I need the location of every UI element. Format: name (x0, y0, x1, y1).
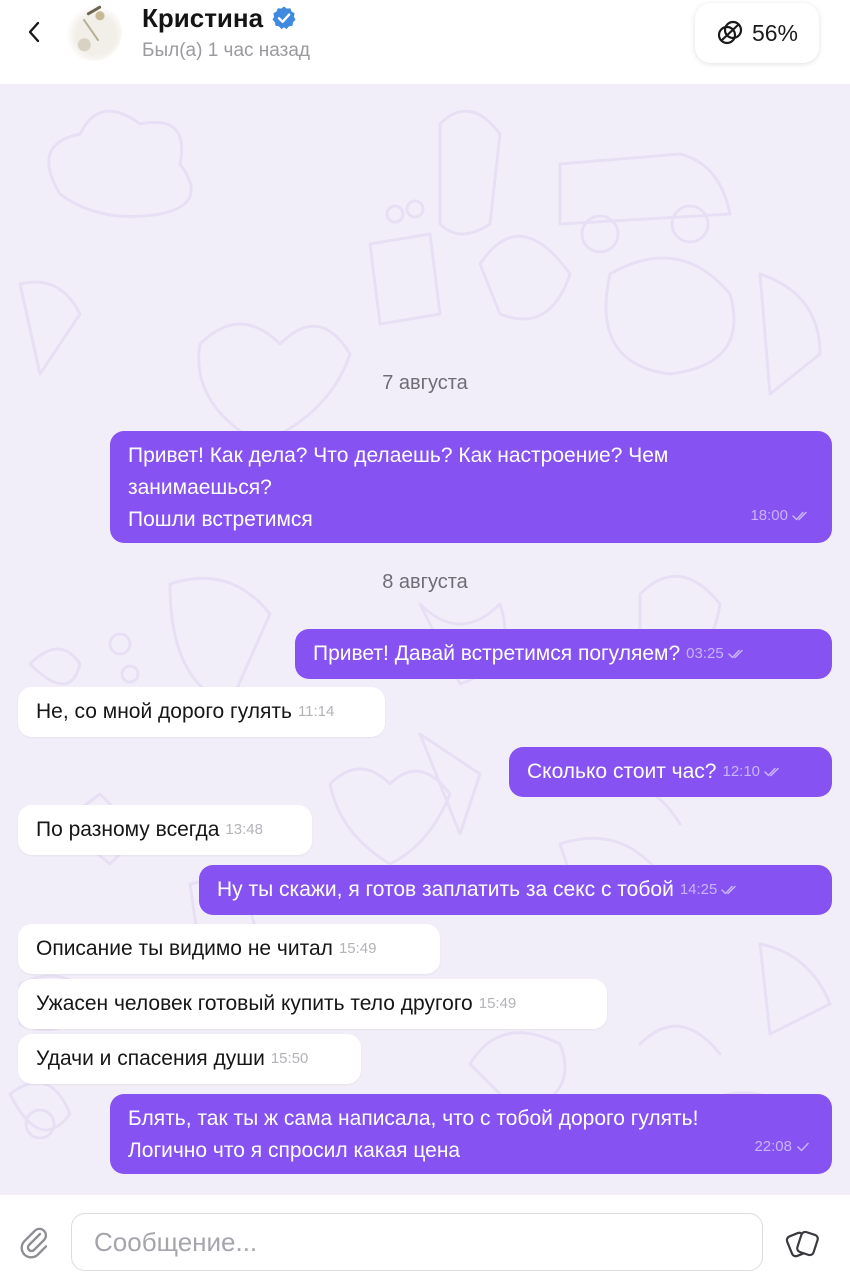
last-seen-status: Был(а) 1 час назад (142, 40, 311, 61)
linked-circles-icon (717, 20, 743, 45)
battery-percent: 56% (751, 19, 799, 46)
message-incoming[interactable]: По разному всегда 13:48 (18, 805, 312, 855)
date-separator: 8 августа (382, 571, 468, 593)
date-separator: 7 августа (382, 372, 468, 394)
message-time: 15:49 (338, 940, 377, 957)
avatar[interactable] (64, 3, 122, 61)
message-text: Ужасен человек готовый купить тело друго… (36, 992, 473, 1015)
double-check-icon (764, 767, 779, 777)
message-time: 11:14 (297, 703, 335, 720)
message-outgoing[interactable]: Сколько стоит час? 12:10 (509, 747, 832, 797)
back-button[interactable] (18, 14, 50, 50)
message-incoming[interactable]: Ужасен человек готовый купить тело друго… (18, 979, 607, 1029)
paperclip-icon[interactable] (18, 1227, 52, 1261)
message-time: 18:00 (750, 507, 788, 524)
message-outgoing[interactable]: Привет! Давай встретимся погуляем? 03:25 (295, 629, 832, 679)
message-time: 15:50 (270, 1050, 309, 1067)
message-time: 13:48 (225, 821, 263, 838)
chat-area[interactable]: 7 августа Привет! Как дела? Что делаешь?… (0, 84, 850, 1195)
message-input[interactable] (71, 1213, 763, 1271)
message-text: Сколько стоит час? (527, 760, 717, 783)
message-incoming[interactable]: Описание ты видимо не читал 15:49 (18, 924, 440, 974)
message-text: Удачи и спасения души (36, 1047, 265, 1070)
message-outgoing[interactable]: Привет! Как дела? Что делаешь? Как настр… (110, 431, 832, 543)
chat-header: Кристина Был(а) 1 час назад 56% (0, 0, 850, 84)
double-check-icon (727, 649, 743, 659)
single-check-icon (797, 1142, 809, 1152)
contact-name: Кристина (142, 2, 264, 33)
verified-badge-icon (272, 6, 296, 29)
message-text: Привет! Давай встретимся погуляем? (313, 642, 681, 665)
message-text: Блять, так ты ж сама написала, что с тоб… (128, 1107, 699, 1162)
sticker-icon[interactable] (785, 1225, 821, 1261)
message-incoming[interactable]: Не, со мной дорого гулять 11:14 (18, 687, 385, 737)
message-incoming[interactable]: Удачи и спасения души 15:50 (18, 1034, 361, 1084)
composer-bar (0, 1195, 850, 1280)
message-time: 03:25 (686, 645, 724, 662)
message-outgoing[interactable]: Ну ты скажи, я готов заплатить за секс с… (199, 865, 832, 915)
message-time: 15:49 (478, 995, 517, 1012)
message-outgoing[interactable]: Блять, так ты ж сама написала, что с тоб… (110, 1094, 832, 1174)
battery-indicator[interactable]: 56% (695, 3, 819, 63)
double-check-icon (792, 511, 807, 521)
message-text: Не, со мной дорого гулять (36, 700, 292, 723)
chevron-left-icon (28, 21, 40, 43)
message-text: Привет! Как дела? Что делаешь? Как настр… (128, 444, 669, 531)
contact-name-row[interactable]: Кристина (142, 0, 297, 36)
double-check-icon (721, 885, 737, 895)
message-text: Ну ты скажи, я готов заплатить за секс с… (217, 878, 674, 901)
message-time: 22:08 (754, 1138, 792, 1155)
message-time: 12:10 (722, 763, 761, 780)
message-text: Описание ты видимо не читал (36, 937, 333, 960)
message-text: По разному всегда (36, 818, 220, 841)
message-time: 14:25 (679, 881, 718, 898)
